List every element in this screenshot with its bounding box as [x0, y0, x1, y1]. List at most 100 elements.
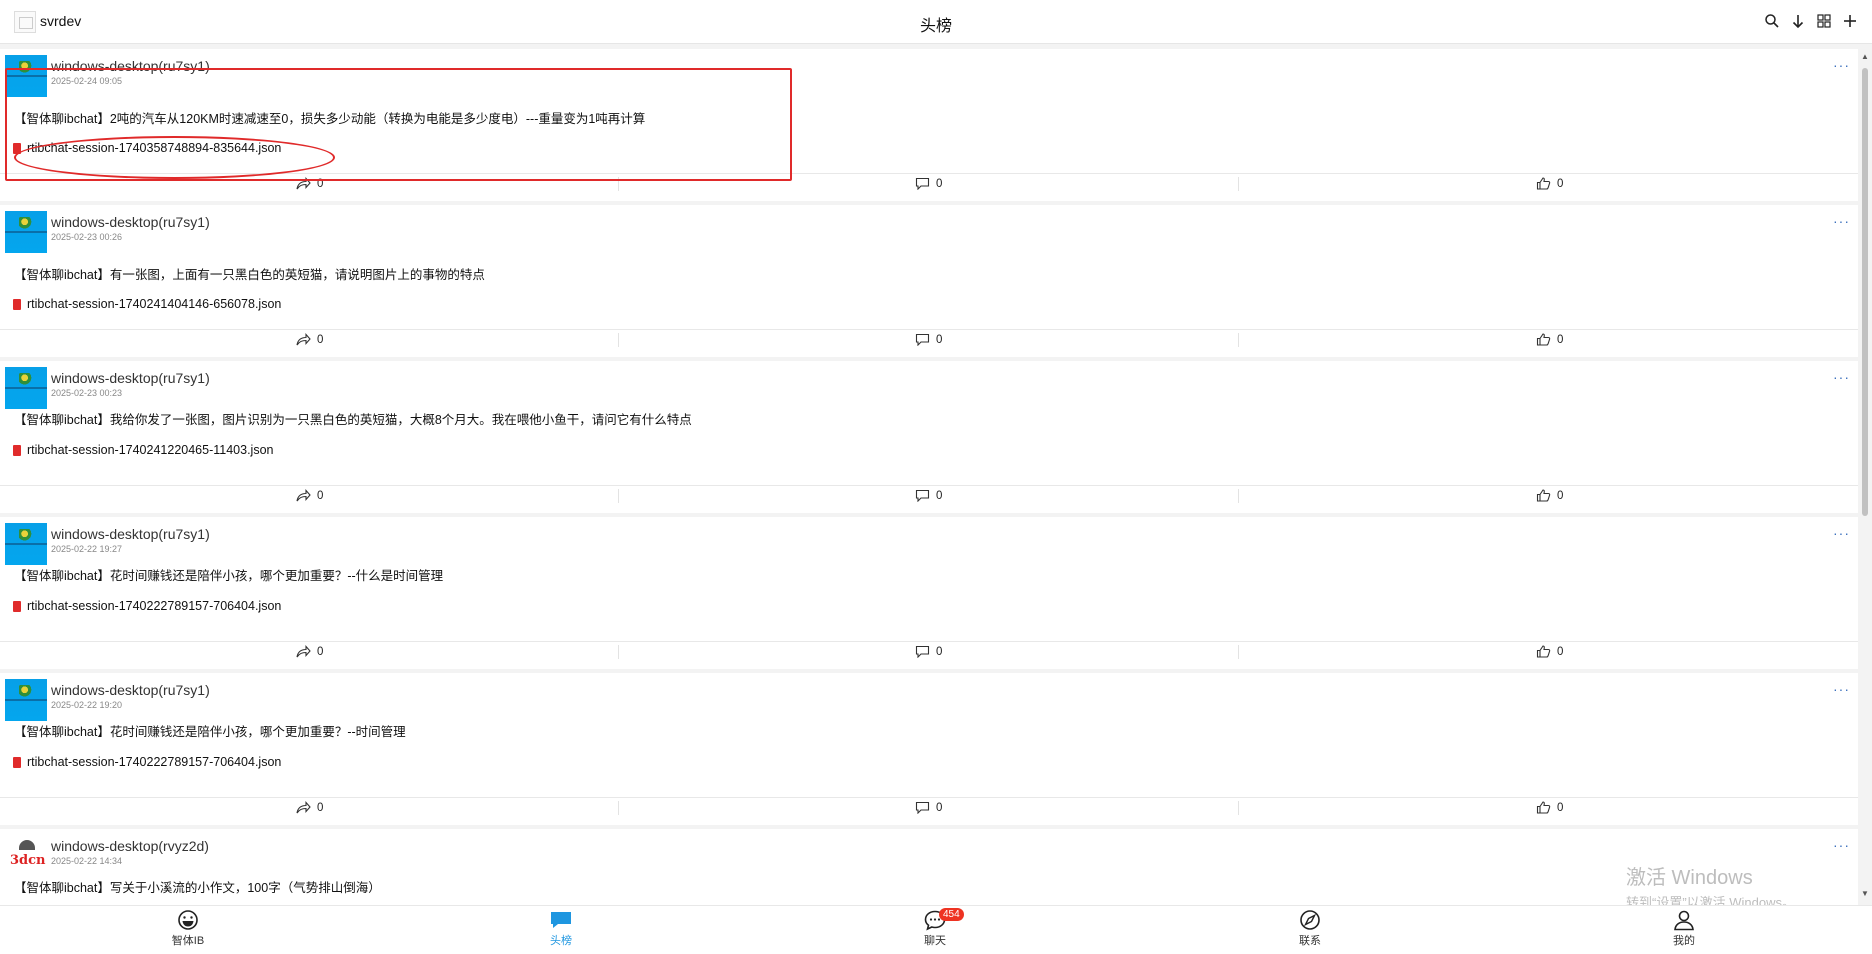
scroll-down-icon[interactable]: ▼ — [1860, 889, 1870, 898]
app-name: svrdev — [40, 13, 82, 29]
share-count: 0 — [317, 489, 324, 502]
share-button[interactable]: 0 — [296, 174, 323, 193]
nav-label: 头榜 — [550, 935, 572, 947]
post-username[interactable]: windows-desktop(rvyz2d) — [51, 838, 209, 854]
post-actions: 0 0 0 — [0, 329, 1858, 349]
comment-button[interactable]: 0 — [915, 174, 942, 193]
share-button[interactable]: 0 — [296, 330, 323, 349]
scroll-thumb[interactable] — [1862, 68, 1868, 516]
share-button[interactable]: 0 — [296, 642, 323, 661]
comment-button[interactable]: 0 — [915, 330, 942, 349]
attachment-link[interactable]: rtibchat-session-1740222789157-706404.js… — [13, 599, 281, 613]
attachment-link[interactable]: rtibchat-session-1740241220465-11403.jso… — [13, 443, 273, 457]
post-username[interactable]: windows-desktop(ru7sy1) — [51, 526, 210, 542]
more-options-icon[interactable]: ··· — [1833, 525, 1850, 541]
comment-button[interactable]: 0 — [915, 798, 942, 817]
attachment-link[interactable]: rtibchat-session-1740241404146-656078.js… — [13, 297, 281, 311]
post-text[interactable]: 【智体聊ibchat】写关于小溪流的小作文，100字（气势排山倒海） — [14, 877, 381, 896]
comment-count: 0 — [936, 801, 943, 814]
comment-button[interactable]: 0 — [915, 642, 942, 661]
comment-count: 0 — [936, 645, 943, 658]
scrollbar[interactable]: ▲ ▼ — [1860, 52, 1870, 902]
avatar[interactable] — [5, 367, 47, 409]
post-text[interactable]: 【智体聊ibchat】我给你发了一张图，图片识别为一只黑白色的英短猫，大概8个月… — [14, 409, 692, 428]
like-button[interactable]: 0 — [1536, 174, 1563, 193]
divider — [618, 333, 619, 347]
post-text[interactable]: 【智体聊ibchat】花时间赚钱还是陪伴小孩，哪个更加重要？--时间管理 — [14, 721, 406, 740]
avatar[interactable] — [5, 211, 47, 253]
nav-item-liaotian[interactable]: 454 聊天 — [895, 908, 975, 948]
like-count: 0 — [1557, 645, 1564, 658]
post-actions: 0 0 0 — [0, 641, 1858, 661]
post-card[interactable]: 3dcn windows-desktop(rvyz2d) 2025-02-22 … — [0, 829, 1858, 905]
post-username[interactable]: windows-desktop(ru7sy1) — [51, 370, 210, 386]
like-button[interactable]: 0 — [1536, 486, 1563, 505]
comment-icon — [915, 489, 930, 502]
watermark-title: 激活 Windows — [1626, 867, 1753, 889]
nav-label: 联系 — [1299, 935, 1321, 947]
nav-item-toubang[interactable]: 头榜 — [521, 909, 601, 948]
post-time: 2025-02-23 00:26 — [51, 232, 123, 242]
post-text[interactable]: 【智体聊ibchat】有一张图，上面有一只黑白色的英短猫，请说明图片上的事物的特… — [14, 264, 485, 283]
avatar[interactable] — [5, 679, 47, 721]
avatar[interactable]: 3dcn — [5, 835, 47, 877]
file-icon — [13, 298, 21, 310]
thumbs-up-icon — [1536, 645, 1551, 658]
unread-badge: 454 — [939, 908, 964, 921]
post-card[interactable]: windows-desktop(ru7sy1) 2025-02-22 19:20… — [0, 673, 1858, 825]
post-text[interactable]: 【智体聊ibchat】花时间赚钱还是陪伴小孩，哪个更加重要？--什么是时间管理 — [14, 565, 443, 584]
post-card[interactable]: windows-desktop(ru7sy1) 2025-02-23 00:26… — [0, 205, 1858, 357]
avatar[interactable] — [5, 55, 47, 97]
post-card[interactable]: windows-desktop(ru7sy1) 2025-02-24 09:05… — [0, 49, 1858, 201]
smiley-icon — [178, 910, 198, 930]
like-button[interactable]: 0 — [1536, 798, 1563, 817]
share-button[interactable]: 0 — [296, 486, 323, 505]
share-icon — [296, 645, 311, 658]
like-button[interactable]: 0 — [1536, 642, 1563, 661]
nav-item-wode[interactable]: 我的 — [1644, 909, 1724, 948]
post-username[interactable]: windows-desktop(ru7sy1) — [51, 58, 210, 74]
scroll-up-icon[interactable]: ▲ — [1860, 52, 1870, 61]
post-card[interactable]: windows-desktop(ru7sy1) 2025-02-23 00:23… — [0, 361, 1858, 513]
attachment-link[interactable]: rtibchat-session-1740222789157-706404.js… — [13, 755, 281, 769]
thumbs-up-icon — [1536, 177, 1551, 190]
more-options-icon[interactable]: ··· — [1833, 57, 1850, 73]
thumbs-up-icon — [1536, 489, 1551, 502]
share-button[interactable]: 0 — [296, 798, 323, 817]
comment-button[interactable]: 0 — [915, 486, 942, 505]
nav-item-zhiti-ib[interactable]: 智体IB — [148, 909, 228, 948]
user-icon — [1674, 910, 1694, 931]
more-options-icon[interactable]: ··· — [1833, 681, 1850, 697]
divider — [1238, 177, 1239, 191]
attachment-name: rtibchat-session-1740241404146-656078.js… — [27, 297, 282, 311]
download-icon[interactable] — [1788, 11, 1808, 31]
share-count: 0 — [317, 177, 324, 190]
grid-icon[interactable] — [1814, 11, 1834, 31]
add-icon[interactable] — [1840, 11, 1860, 31]
search-icon[interactable] — [1762, 11, 1782, 31]
nav-item-lianxi[interactable]: 联系 — [1270, 909, 1350, 948]
like-count: 0 — [1557, 177, 1564, 190]
avatar-logo-text: 3dcn — [10, 853, 46, 868]
more-options-icon[interactable]: ··· — [1833, 213, 1850, 229]
thumbs-up-icon — [1536, 801, 1551, 814]
divider — [1238, 333, 1239, 347]
share-icon — [296, 801, 311, 814]
divider — [1238, 801, 1239, 815]
comment-count: 0 — [936, 489, 943, 502]
post-text[interactable]: 【智体聊ibchat】2吨的汽车从120KM时速减速至0，损失多少动能（转换为电… — [14, 108, 645, 127]
post-time: 2025-02-24 09:05 — [51, 76, 123, 86]
share-icon — [296, 489, 311, 502]
share-count: 0 — [317, 801, 324, 814]
post-username[interactable]: windows-desktop(ru7sy1) — [51, 214, 210, 230]
more-options-icon[interactable]: ··· — [1833, 837, 1850, 853]
post-feed[interactable]: windows-desktop(ru7sy1) 2025-02-24 09:05… — [0, 49, 1858, 905]
like-button[interactable]: 0 — [1536, 330, 1563, 349]
avatar[interactable] — [5, 523, 47, 565]
post-username[interactable]: windows-desktop(ru7sy1) — [51, 682, 210, 698]
attachment-link[interactable]: rtibchat-session-1740358748894-835644.js… — [13, 141, 281, 155]
more-options-icon[interactable]: ··· — [1833, 369, 1850, 385]
like-count: 0 — [1557, 489, 1564, 502]
post-card[interactable]: windows-desktop(ru7sy1) 2025-02-22 19:27… — [0, 517, 1858, 669]
nav-label: 智体IB — [171, 935, 205, 947]
